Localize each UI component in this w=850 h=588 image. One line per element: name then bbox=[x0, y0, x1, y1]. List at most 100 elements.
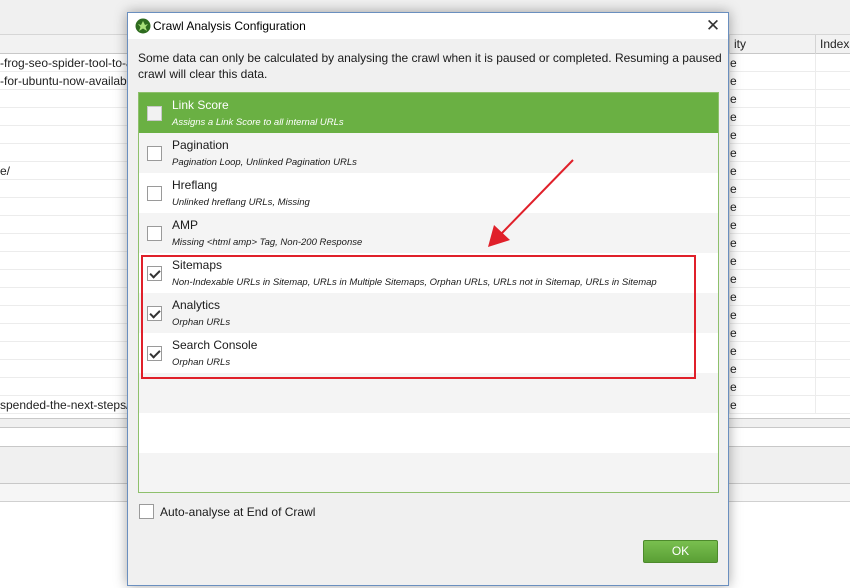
row-indexability: e bbox=[729, 342, 815, 360]
option-subtitle: Orphan URLs bbox=[172, 357, 231, 368]
option-subtitle: Unlinked hreflang URLs, Missing bbox=[172, 197, 310, 208]
row-indexability-status bbox=[815, 396, 850, 414]
option-row-amp[interactable]: AMP Missing <html amp> Tag, Non-200 Respo… bbox=[139, 213, 718, 253]
row-indexability: e bbox=[729, 378, 815, 396]
dialog-titlebar: Crawl Analysis Configuration ✕ bbox=[128, 13, 728, 39]
option-checkbox[interactable] bbox=[147, 266, 162, 281]
option-row-link-score[interactable]: Link Score Assigns a Link Score to all in… bbox=[139, 93, 718, 133]
option-title: Hreflang bbox=[172, 178, 218, 192]
row-indexability: e bbox=[729, 396, 815, 414]
row-url bbox=[0, 360, 127, 378]
row-indexability: e bbox=[729, 324, 815, 342]
row-url bbox=[0, 144, 127, 162]
empty-list-row bbox=[139, 373, 718, 413]
row-indexability-status bbox=[815, 216, 850, 234]
empty-list-row bbox=[139, 453, 718, 492]
row-url bbox=[0, 324, 127, 342]
row-indexability-status bbox=[815, 378, 850, 396]
option-row-analytics[interactable]: Analytics Orphan URLs bbox=[139, 293, 718, 333]
row-indexability-status bbox=[815, 342, 850, 360]
row-indexability: e bbox=[729, 306, 815, 324]
row-indexability: e bbox=[729, 162, 815, 180]
row-url bbox=[0, 270, 127, 288]
row-indexability-status bbox=[815, 180, 850, 198]
row-indexability: e bbox=[729, 126, 815, 144]
row-indexability-status bbox=[815, 324, 850, 342]
row-url: -frog-seo-spider-tool-to-a bbox=[0, 56, 127, 70]
row-indexability-status bbox=[815, 306, 850, 324]
dialog-description: Some data can only be calculated by anal… bbox=[138, 51, 722, 81]
row-indexability: e bbox=[729, 270, 815, 288]
row-url bbox=[0, 90, 127, 108]
option-checkbox[interactable] bbox=[147, 106, 162, 121]
row-url bbox=[0, 288, 127, 306]
row-url bbox=[0, 252, 127, 270]
option-checkbox[interactable] bbox=[147, 346, 162, 361]
option-checkbox[interactable] bbox=[147, 306, 162, 321]
row-url bbox=[0, 216, 127, 234]
option-title: Analytics bbox=[172, 298, 221, 312]
option-subtitle: Missing <html amp> Tag, Non-200 Response bbox=[172, 237, 363, 248]
row-indexability: e bbox=[729, 288, 815, 306]
row-url bbox=[0, 108, 127, 126]
row-indexability: e bbox=[729, 54, 815, 72]
row-indexability-status bbox=[815, 252, 850, 270]
row-url: e/ bbox=[0, 164, 11, 178]
row-url: spended-the-next-steps/ bbox=[0, 398, 127, 412]
auto-analyse-checkbox[interactable] bbox=[139, 504, 154, 519]
row-indexability: e bbox=[729, 216, 815, 234]
row-url bbox=[0, 198, 127, 216]
option-row-hreflang[interactable]: Hreflang Unlinked hreflang URLs, Missing bbox=[139, 173, 718, 213]
row-indexability-status bbox=[815, 108, 850, 126]
row-url: -for-ubuntu-now-availab bbox=[0, 74, 127, 88]
option-subtitle: Non-Indexable URLs in Sitemap, URLs in M… bbox=[172, 277, 657, 288]
row-indexability: e bbox=[729, 360, 815, 378]
row-indexability: e bbox=[729, 252, 815, 270]
row-indexability: e bbox=[729, 180, 815, 198]
row-url bbox=[0, 342, 127, 360]
row-indexability-status bbox=[815, 270, 850, 288]
auto-analyse-option[interactable]: Auto-analyse at End of Crawl bbox=[138, 503, 438, 521]
row-indexability-status bbox=[815, 198, 850, 216]
row-indexability: e bbox=[729, 108, 815, 126]
ok-button[interactable]: OK bbox=[643, 540, 718, 563]
row-indexability-status bbox=[815, 54, 850, 72]
row-indexability-status bbox=[815, 126, 850, 144]
option-row-search-console[interactable]: Search Console Orphan URLs bbox=[139, 333, 718, 373]
option-title: Pagination bbox=[172, 138, 229, 152]
option-title: Link Score bbox=[172, 98, 229, 112]
row-indexability: e bbox=[729, 198, 815, 216]
row-indexability-status bbox=[815, 234, 850, 252]
row-url bbox=[0, 306, 127, 324]
row-indexability-status bbox=[815, 90, 850, 108]
column-header-indexability-status-partial[interactable]: Indexa bbox=[815, 35, 850, 54]
row-indexability: e bbox=[729, 234, 815, 252]
empty-list-row bbox=[139, 413, 718, 453]
option-row-sitemaps[interactable]: Sitemaps Non-Indexable URLs in Sitemap, U… bbox=[139, 253, 718, 293]
option-row-pagination[interactable]: Pagination Pagination Loop, Unlinked Pagi… bbox=[139, 133, 718, 173]
analysis-options-list: Link Score Assigns a Link Score to all in… bbox=[138, 92, 719, 493]
option-checkbox[interactable] bbox=[147, 186, 162, 201]
row-indexability: e bbox=[729, 90, 815, 108]
row-indexability-status bbox=[815, 162, 850, 180]
option-subtitle: Pagination Loop, Unlinked Pagination URL… bbox=[172, 157, 357, 168]
dialog-title: Crawl Analysis Configuration bbox=[153, 19, 306, 33]
option-title: Search Console bbox=[172, 338, 258, 352]
row-url bbox=[0, 378, 127, 396]
row-indexability: e bbox=[729, 72, 815, 90]
close-icon[interactable]: ✕ bbox=[700, 15, 726, 37]
column-header-indexability-partial[interactable]: ity bbox=[729, 35, 815, 54]
option-checkbox[interactable] bbox=[147, 226, 162, 241]
auto-analyse-label: Auto-analyse at End of Crawl bbox=[160, 505, 316, 519]
option-title: AMP bbox=[172, 218, 199, 232]
row-url bbox=[0, 126, 127, 144]
frog-logo-icon bbox=[135, 18, 151, 34]
option-checkbox[interactable] bbox=[147, 146, 162, 161]
option-subtitle: Assigns a Link Score to all internal URL… bbox=[172, 117, 344, 128]
row-indexability-status bbox=[815, 144, 850, 162]
row-indexability-status bbox=[815, 72, 850, 90]
row-url bbox=[0, 180, 127, 198]
row-indexability: e bbox=[729, 144, 815, 162]
crawl-analysis-dialog: Crawl Analysis Configuration ✕ Some data… bbox=[127, 12, 729, 586]
row-indexability-status bbox=[815, 288, 850, 306]
